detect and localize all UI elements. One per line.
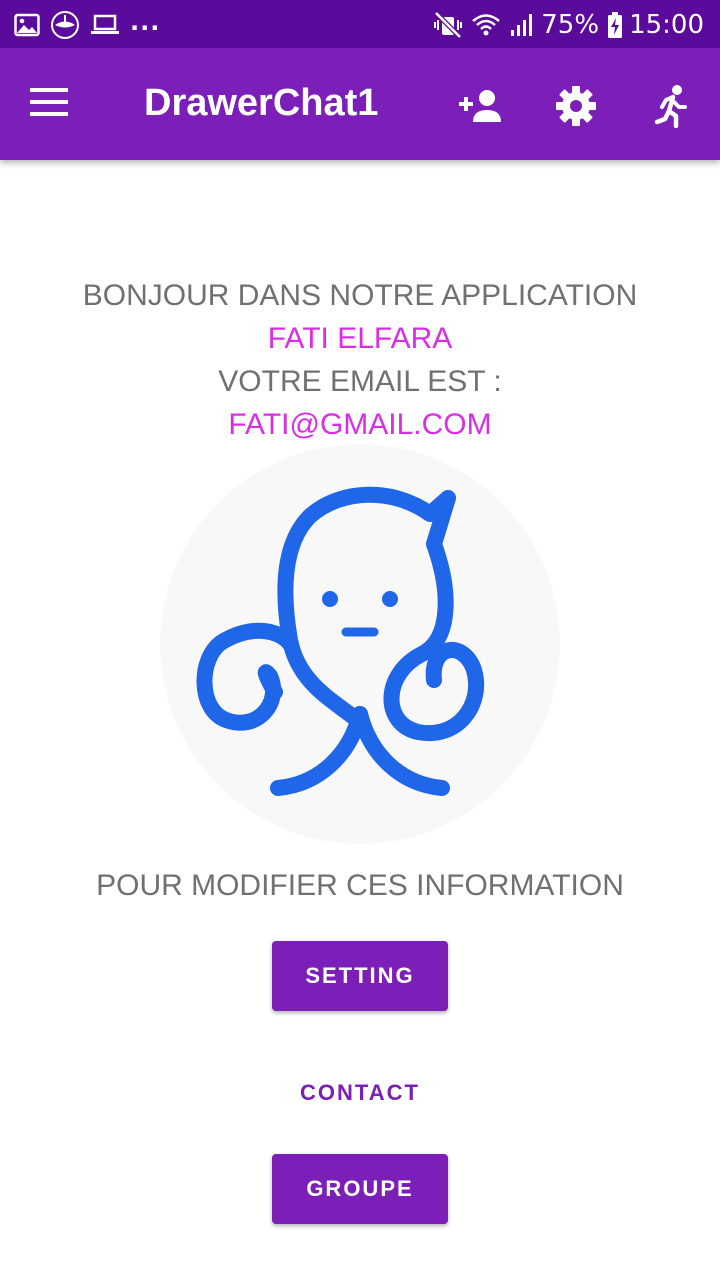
setting-button[interactable]: SETTING <box>272 941 448 1011</box>
status-bar: ... 75% 15:00 <box>0 0 720 48</box>
app-title: DrawerChat1 <box>144 82 379 124</box>
groupe-button[interactable]: GROUPE <box>272 1154 448 1224</box>
more-notifications-indicator: ... <box>130 8 161 36</box>
logout-button[interactable] <box>647 84 697 128</box>
settings-button[interactable] <box>551 84 601 128</box>
battery-charging-icon <box>607 11 623 39</box>
battery-percent: 75% <box>541 10 600 40</box>
user-name: FATI ELFARA <box>267 322 453 355</box>
settings-gear-icon <box>556 86 596 126</box>
user-email: FATI@GMAIL.COM <box>228 408 492 441</box>
add-contact-button[interactable] <box>456 84 506 128</box>
app-bar: DrawerChat1 <box>0 48 720 160</box>
app-logo-icon <box>50 10 80 40</box>
gallery-icon <box>14 13 40 37</box>
welcome-block: BONJOUR DANS NOTRE APPLICATION FATI ELFA… <box>0 274 720 446</box>
running-person-icon <box>654 85 687 128</box>
menu-button[interactable] <box>30 82 82 126</box>
wifi-icon <box>471 12 501 38</box>
laptop-icon <box>90 13 120 37</box>
system-status: 75% 15:00 <box>425 8 704 42</box>
email-label: VOTRE EMAIL EST : <box>218 365 502 398</box>
screen: ... 75% 15:00 DrawerChat1 BONJOUR DANS N… <box>0 0 720 1280</box>
octopus-chat-logo <box>160 444 560 844</box>
signal-icon <box>509 12 535 38</box>
modify-info-text: POUR MODIFIER CES INFORMATION <box>96 869 624 902</box>
contact-button[interactable]: CONTACT <box>272 1058 448 1128</box>
notification-icons: ... <box>14 8 161 40</box>
greeting-text: BONJOUR DANS NOTRE APPLICATION <box>82 279 638 312</box>
hamburger-menu-icon <box>30 88 68 116</box>
mute-vibrate-icon <box>433 11 463 39</box>
add-person-icon <box>459 90 501 122</box>
clock: 15:00 <box>629 10 704 40</box>
